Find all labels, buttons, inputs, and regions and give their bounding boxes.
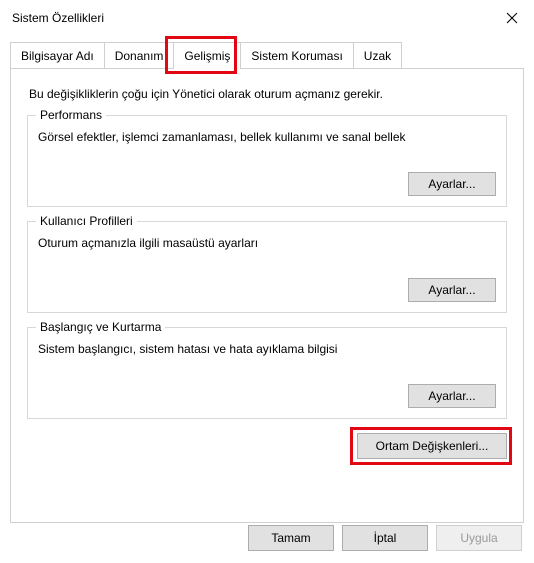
group-startup-legend: Başlangıç ve Kurtarma <box>36 320 165 334</box>
environment-variables-button[interactable]: Ortam Değişkenleri... <box>357 433 507 459</box>
group-performance-desc: Görsel efektler, işlemci zamanlaması, be… <box>38 130 496 144</box>
tab-advanced[interactable]: Gelişmiş <box>173 42 241 69</box>
tab-bar: Bilgisayar Adı Donanım Gelişmiş Sistem K… <box>10 42 524 69</box>
tab-panel-advanced: Bu değişikliklerin çoğu için Yönetici ol… <box>10 68 524 523</box>
close-icon <box>506 12 518 24</box>
tab-label: Donanım <box>115 49 164 63</box>
tab-system-protection[interactable]: Sistem Koruması <box>240 42 353 69</box>
close-button[interactable] <box>502 8 522 28</box>
titlebar: Sistem Özellikleri <box>0 0 534 36</box>
group-profiles-buttons: Ayarlar... <box>38 278 496 302</box>
apply-button: Uygula <box>436 525 522 551</box>
tab-hardware[interactable]: Donanım <box>104 42 175 69</box>
startup-settings-button[interactable]: Ayarlar... <box>408 384 496 408</box>
group-performance: Performans Görsel efektler, işlemci zama… <box>27 115 507 207</box>
cancel-button[interactable]: İptal <box>342 525 428 551</box>
profiles-settings-button[interactable]: Ayarlar... <box>408 278 496 302</box>
tab-computer-name[interactable]: Bilgisayar Adı <box>10 42 105 69</box>
tab-label: Uzak <box>364 49 391 63</box>
tab-label: Bilgisayar Adı <box>21 49 94 63</box>
performance-settings-button[interactable]: Ayarlar... <box>408 172 496 196</box>
admin-note: Bu değişikliklerin çoğu için Yönetici ol… <box>29 87 507 101</box>
dialog-buttons: Tamam İptal Uygula <box>248 525 522 551</box>
group-startup-desc: Sistem başlangıcı, sistem hatası ve hata… <box>38 342 496 356</box>
tab-remote[interactable]: Uzak <box>353 42 402 69</box>
ok-button[interactable]: Tamam <box>248 525 334 551</box>
group-user-profiles: Kullanıcı Profilleri Oturum açmanızla il… <box>27 221 507 313</box>
group-performance-buttons: Ayarlar... <box>38 172 496 196</box>
group-startup-recovery: Başlangıç ve Kurtarma Sistem başlangıcı,… <box>27 327 507 419</box>
group-profiles-legend: Kullanıcı Profilleri <box>36 214 137 228</box>
group-profiles-desc: Oturum açmanızla ilgili masaüstü ayarlar… <box>38 236 496 250</box>
group-performance-legend: Performans <box>36 108 106 122</box>
env-variables-row: Ortam Değişkenleri... <box>27 433 507 459</box>
tab-label: Gelişmiş <box>184 49 230 63</box>
window-title: Sistem Özellikleri <box>12 11 104 25</box>
group-startup-buttons: Ayarlar... <box>38 384 496 408</box>
tab-label: Sistem Koruması <box>251 49 342 63</box>
